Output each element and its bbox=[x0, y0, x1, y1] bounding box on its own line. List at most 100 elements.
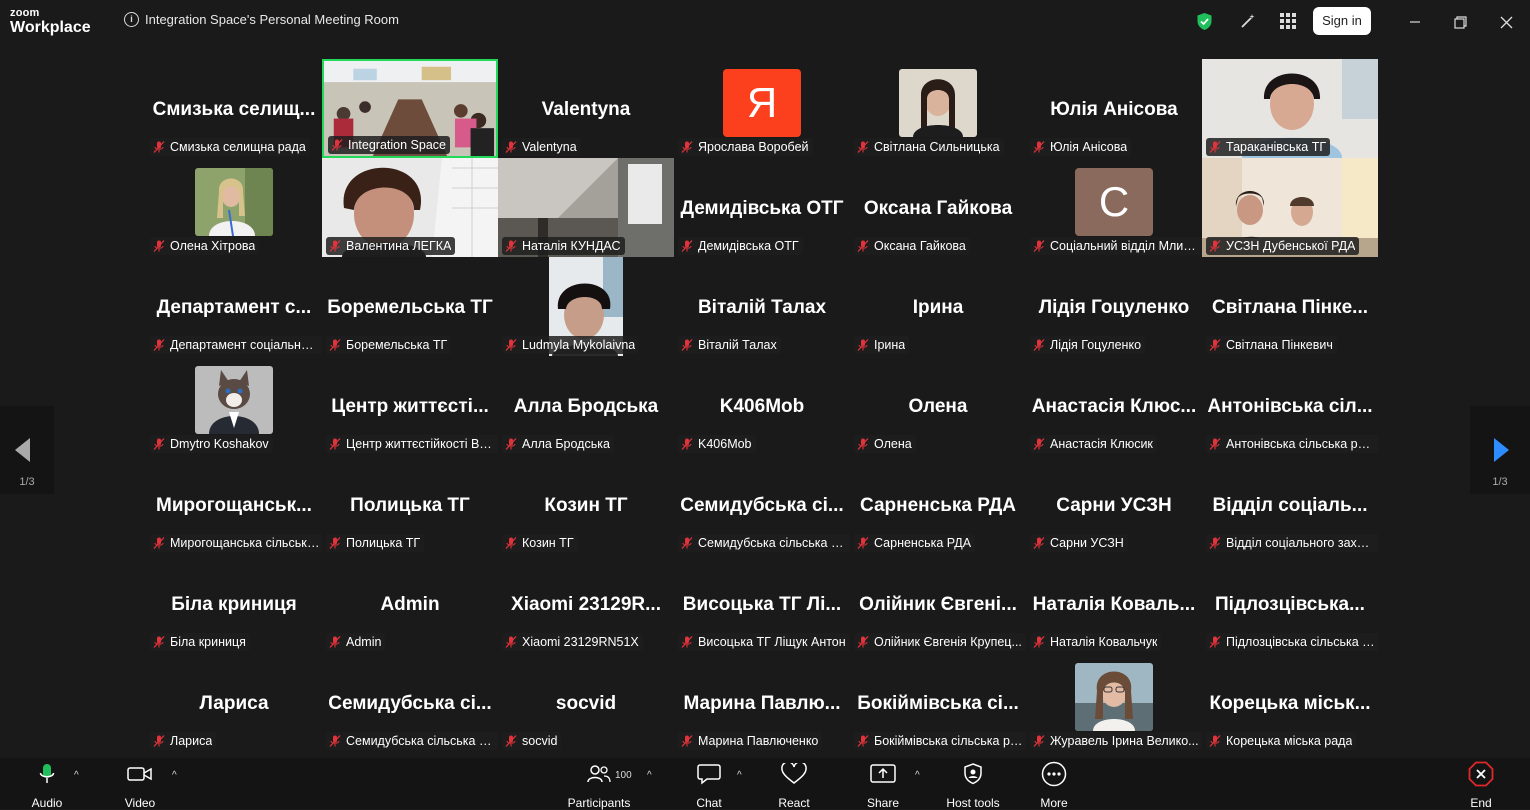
participant-tile[interactable]: Світлана Пінке... Світлана Пінкевич bbox=[1202, 257, 1378, 356]
participant-label-text: Admin bbox=[346, 635, 382, 649]
react-button[interactable]: React bbox=[775, 758, 813, 810]
participants-options-caret-icon[interactable]: ^ bbox=[647, 770, 652, 781]
participant-tile[interactable]: Valentyna Valentyna bbox=[498, 59, 674, 158]
participant-tile[interactable]: Юлія Анісова Юлія Анісова bbox=[1026, 59, 1202, 158]
participant-tile[interactable]: Семидубська сі... Семидубська сільська ра… bbox=[322, 653, 498, 752]
participant-tile[interactable]: Козин ТГ Козин ТГ bbox=[498, 455, 674, 554]
participant-tile[interactable]: Алла Бродська Алла Бродська bbox=[498, 356, 674, 455]
participant-tile[interactable]: Корецька міськ... Корецька міська рада bbox=[1202, 653, 1378, 752]
audio-button[interactable]: Audio bbox=[22, 758, 72, 810]
participant-label-text: Козин ТГ bbox=[522, 536, 574, 550]
audio-options-caret-icon[interactable]: ^ bbox=[74, 770, 79, 781]
participant-tile[interactable]: C Соціальний відділ Млині... bbox=[1026, 158, 1202, 257]
participant-tile[interactable]: Наталія Коваль... Наталія Ковальчук bbox=[1026, 554, 1202, 653]
participant-label-text: Ludmyla Mykolaivna bbox=[522, 338, 636, 352]
participant-tile[interactable]: Сарненська РДА Сарненська РДА bbox=[850, 455, 1026, 554]
participant-tile[interactable]: Олена Хітрова bbox=[146, 158, 322, 257]
participant-tile[interactable]: Світлана Сильницька bbox=[850, 59, 1026, 158]
muted-mic-icon bbox=[1209, 339, 1221, 351]
participant-name-label: socvid bbox=[502, 732, 562, 750]
more-button[interactable]: More bbox=[1036, 758, 1072, 810]
minimize-button[interactable] bbox=[1403, 10, 1427, 34]
participant-tile[interactable]: Олійник Євгені... Олійник Євгенія Крупец.… bbox=[850, 554, 1026, 653]
participant-tile[interactable]: Лідія Гоцуленко Лідія Гоцуленко bbox=[1026, 257, 1202, 356]
participant-tile[interactable]: Integration Space bbox=[322, 59, 498, 158]
participant-tile[interactable]: Біла криниця Біла криниця bbox=[146, 554, 322, 653]
participant-tile[interactable]: Центр життєсті... Центр життєстійкості Ви… bbox=[322, 356, 498, 455]
page-indicator-left: 1/3 bbox=[19, 476, 35, 488]
participant-tile[interactable]: Антонівська сіл... Антонівська сільська р… bbox=[1202, 356, 1378, 455]
video-button[interactable]: Video bbox=[116, 758, 164, 810]
chat-options-caret-icon[interactable]: ^ bbox=[737, 770, 742, 781]
more-icon bbox=[1041, 761, 1067, 787]
participants-count: 100 bbox=[615, 770, 632, 781]
apps-grid-icon[interactable] bbox=[1278, 11, 1298, 31]
participant-display-name: Віталій Талах bbox=[697, 297, 827, 318]
participant-tile[interactable]: Сарни УСЗН Сарни УСЗН bbox=[1026, 455, 1202, 554]
encryption-shield-icon[interactable] bbox=[1194, 11, 1214, 31]
host-tools-button[interactable]: Host tools bbox=[942, 758, 1004, 810]
participant-tile[interactable]: Відділ соціаль... Відділ соціального захи… bbox=[1202, 455, 1378, 554]
participants-button[interactable]: Participants bbox=[562, 758, 636, 810]
participant-tile[interactable]: Журавель Ірина Велико... bbox=[1026, 653, 1202, 752]
participant-tile[interactable]: Бокіймівська сі... Бокіймівська сільська … bbox=[850, 653, 1026, 752]
participant-tile[interactable]: УСЗН Дубенської РДА bbox=[1202, 158, 1378, 257]
participant-name-label: Олійник Євгенія Крупец... bbox=[854, 633, 1026, 651]
host-shield-icon bbox=[964, 763, 982, 785]
sign-in-button[interactable]: Sign in bbox=[1313, 7, 1371, 35]
participant-tile[interactable]: Наталія КУНДАС bbox=[498, 158, 674, 257]
info-icon[interactable]: i bbox=[124, 12, 139, 27]
participant-name-label: Наталія Ковальчук bbox=[1030, 633, 1162, 651]
participant-tile[interactable]: Валентина ЛЕГКА bbox=[322, 158, 498, 257]
participant-tile[interactable]: Висоцька ТГ Лі... Висоцька ТГ Ліщук Антон bbox=[674, 554, 850, 653]
participant-tile[interactable]: Admin Admin bbox=[322, 554, 498, 653]
chat-button[interactable]: Chat bbox=[690, 758, 728, 810]
participant-tile[interactable]: socvid socvid bbox=[498, 653, 674, 752]
participant-display-name: Юлія Анісова bbox=[1050, 99, 1178, 120]
participant-name-label: Департамент соціальної ... bbox=[150, 336, 322, 354]
participant-tile[interactable]: K406Mob K406Mob bbox=[674, 356, 850, 455]
video-options-caret-icon[interactable]: ^ bbox=[172, 770, 177, 781]
magic-wand-icon[interactable] bbox=[1238, 11, 1258, 31]
close-button[interactable] bbox=[1494, 10, 1518, 34]
participant-tile[interactable]: Мирогощанськ... Мирогощанська сільська... bbox=[146, 455, 322, 554]
participant-display-name: Підлозцівська... bbox=[1215, 594, 1365, 615]
share-label: Share bbox=[866, 796, 900, 810]
meeting-info[interactable]: i Integration Space's Personal Meeting R… bbox=[124, 12, 399, 27]
participant-tile[interactable]: Віталій Талах Віталій Талах bbox=[674, 257, 850, 356]
previous-page-button[interactable]: 1/3 bbox=[0, 406, 54, 494]
restore-button[interactable] bbox=[1448, 10, 1472, 34]
muted-mic-icon bbox=[329, 240, 341, 252]
participant-name-label: Лідія Гоцуленко bbox=[1030, 336, 1146, 354]
participant-label-text: Алла Бродська bbox=[522, 437, 610, 451]
participant-display-name: Мирогощанськ... bbox=[156, 495, 312, 516]
participant-tile[interactable]: Боремельська ТГ Боремельська ТГ bbox=[322, 257, 498, 356]
muted-mic-icon bbox=[153, 339, 165, 351]
participant-tile[interactable]: Полицька ТГ Полицька ТГ bbox=[322, 455, 498, 554]
participant-tile[interactable]: Лариса Лариса bbox=[146, 653, 322, 752]
participant-display-name: Лідія Гоцуленко bbox=[1038, 297, 1190, 318]
share-button[interactable]: Share bbox=[864, 758, 902, 810]
participant-tile[interactable]: Тараканівська ТГ bbox=[1202, 59, 1378, 158]
muted-mic-icon bbox=[1209, 636, 1221, 648]
share-options-caret-icon[interactable]: ^ bbox=[915, 770, 920, 781]
participant-tile[interactable]: Олена Олена bbox=[850, 356, 1026, 455]
participant-tile[interactable]: Dmytro Koshakov bbox=[146, 356, 322, 455]
participant-display-name: Сарни УСЗН bbox=[1056, 495, 1172, 516]
participant-label-text: Олійник Євгенія Крупец... bbox=[874, 635, 1022, 649]
participant-tile[interactable]: Марина Павлю... Марина Павлюченко bbox=[674, 653, 850, 752]
participant-tile[interactable]: Смизька селищ... Смизька селищна рада bbox=[146, 59, 322, 158]
participant-label-text: Олена bbox=[874, 437, 912, 451]
participant-tile[interactable]: Ірина Ірина bbox=[850, 257, 1026, 356]
participant-tile[interactable]: Підлозцівська... Підлозцівська сільська р… bbox=[1202, 554, 1378, 653]
participant-tile[interactable]: Департамент с... Департамент соціальної .… bbox=[146, 257, 322, 356]
participant-tile[interactable]: Семидубська сі... Семидубська сільська ра… bbox=[674, 455, 850, 554]
participant-tile[interactable]: Демидівська ОТГ Демидівська ОТГ bbox=[674, 158, 850, 257]
participant-tile[interactable]: Я Ярослава Воробей bbox=[674, 59, 850, 158]
participant-tile[interactable]: Анастасія Клюс... Анастасія Клюсик bbox=[1026, 356, 1202, 455]
next-page-button[interactable]: 1/3 bbox=[1470, 406, 1530, 494]
participant-tile[interactable]: Ludmyla Mykolaivna bbox=[498, 257, 674, 356]
participant-tile[interactable]: Оксана Гайкова Оксана Гайкова bbox=[850, 158, 1026, 257]
participant-tile[interactable]: Xiaomi 23129R... Xiaomi 23129RN51X bbox=[498, 554, 674, 653]
end-meeting-button[interactable]: End bbox=[1464, 758, 1498, 810]
